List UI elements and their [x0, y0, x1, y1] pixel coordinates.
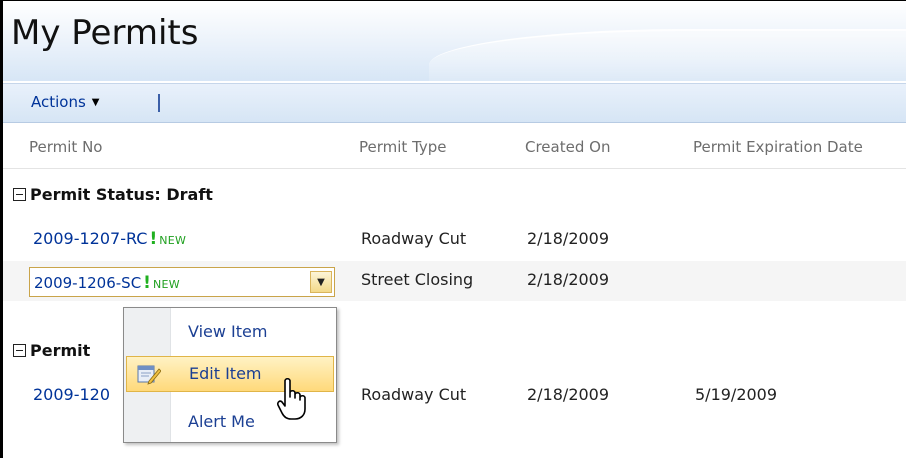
group-header-draft[interactable]: Permit Status: Draft	[13, 185, 213, 204]
item-edit-control[interactable]: 2009-1206-SC! NEW ▼	[29, 267, 335, 297]
permit-link[interactable]: 2009-1207-RC	[33, 229, 147, 248]
chevron-down-icon: ▼	[91, 97, 100, 108]
group-header-second[interactable]: Permit	[13, 341, 90, 360]
permit-no-cell: 2009-1207-RC! NEW	[33, 229, 186, 249]
permit-type-cell: Roadway Cut	[361, 229, 467, 248]
permit-no-cell: 2009-1206-SC! NEW	[34, 273, 180, 293]
hand-pointer-cursor-icon	[277, 377, 306, 420]
column-header-created-on[interactable]: Created On	[525, 138, 610, 156]
permits-web-part: My Permits Actions ▼ Permit No Permit Typ…	[0, 0, 906, 458]
column-header-permit-type[interactable]: Permit Type	[359, 138, 447, 156]
group-label: Permit	[30, 341, 91, 360]
menu-item-label: Edit Item	[189, 364, 262, 383]
edit-item-icon	[137, 365, 161, 385]
collapse-icon[interactable]	[13, 188, 26, 201]
created-on-cell: 2/18/2009	[527, 385, 610, 404]
actions-label: Actions	[31, 93, 86, 111]
menu-item-label: View Item	[188, 322, 268, 341]
permit-no-cell: 2009-120	[33, 385, 110, 404]
permit-link[interactable]: 2009-120	[33, 385, 110, 404]
created-on-cell: 2/18/2009	[527, 229, 610, 248]
list-toolbar: Actions ▼	[3, 83, 906, 123]
title-bar: My Permits	[3, 1, 906, 101]
expiration-date-cell: 5/19/2009	[695, 385, 778, 404]
new-exclamation-icon: !	[149, 229, 158, 249]
created-on-cell: 2/18/2009	[527, 270, 610, 289]
item-menu-dropdown-button[interactable]: ▼	[310, 271, 332, 293]
new-badge: NEW	[159, 234, 187, 247]
new-exclamation-icon: !	[143, 273, 151, 293]
column-header-expiration-date[interactable]: Permit Expiration Date	[693, 138, 863, 156]
toolbar-separator	[158, 94, 160, 112]
actions-menu-button[interactable]: Actions ▼	[31, 93, 100, 111]
column-header-permit-no[interactable]: Permit No	[29, 138, 102, 156]
menu-item-view[interactable]: View Item	[124, 314, 336, 350]
collapse-icon[interactable]	[13, 344, 26, 357]
permit-type-cell: Roadway Cut	[361, 385, 467, 404]
column-header-row: Permit No Permit Type Created On Permit …	[3, 124, 906, 169]
permit-type-cell: Street Closing	[361, 270, 474, 289]
menu-item-label: Alert Me	[188, 412, 255, 431]
permit-link[interactable]: 2009-1206-SC	[34, 274, 141, 292]
page-title: My Permits	[11, 13, 199, 53]
group-label: Permit Status: Draft	[30, 185, 213, 204]
new-badge: NEW	[152, 278, 180, 291]
